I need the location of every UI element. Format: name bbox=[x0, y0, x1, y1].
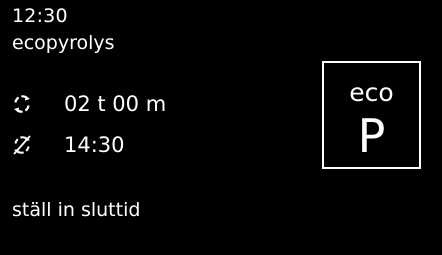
eco-mode-badge: eco P bbox=[322, 61, 421, 169]
cycle-arrows-icon bbox=[12, 94, 32, 114]
set-end-time-prompt: ställ in sluttid bbox=[12, 199, 141, 221]
duration-setting[interactable]: 02 t 00 m bbox=[12, 89, 166, 119]
program-name: ecopyrolys bbox=[12, 32, 115, 54]
pyrolysis-letter: P bbox=[357, 109, 386, 163]
duration-value: 02 t 00 m bbox=[64, 92, 167, 116]
eco-label: eco bbox=[349, 78, 394, 107]
end-time-setting[interactable]: 14:30 bbox=[12, 130, 125, 160]
end-time-value: 14:30 bbox=[64, 133, 125, 157]
clock-time: 12:30 bbox=[12, 5, 68, 27]
cycle-arrows-crossed-icon bbox=[12, 135, 32, 155]
